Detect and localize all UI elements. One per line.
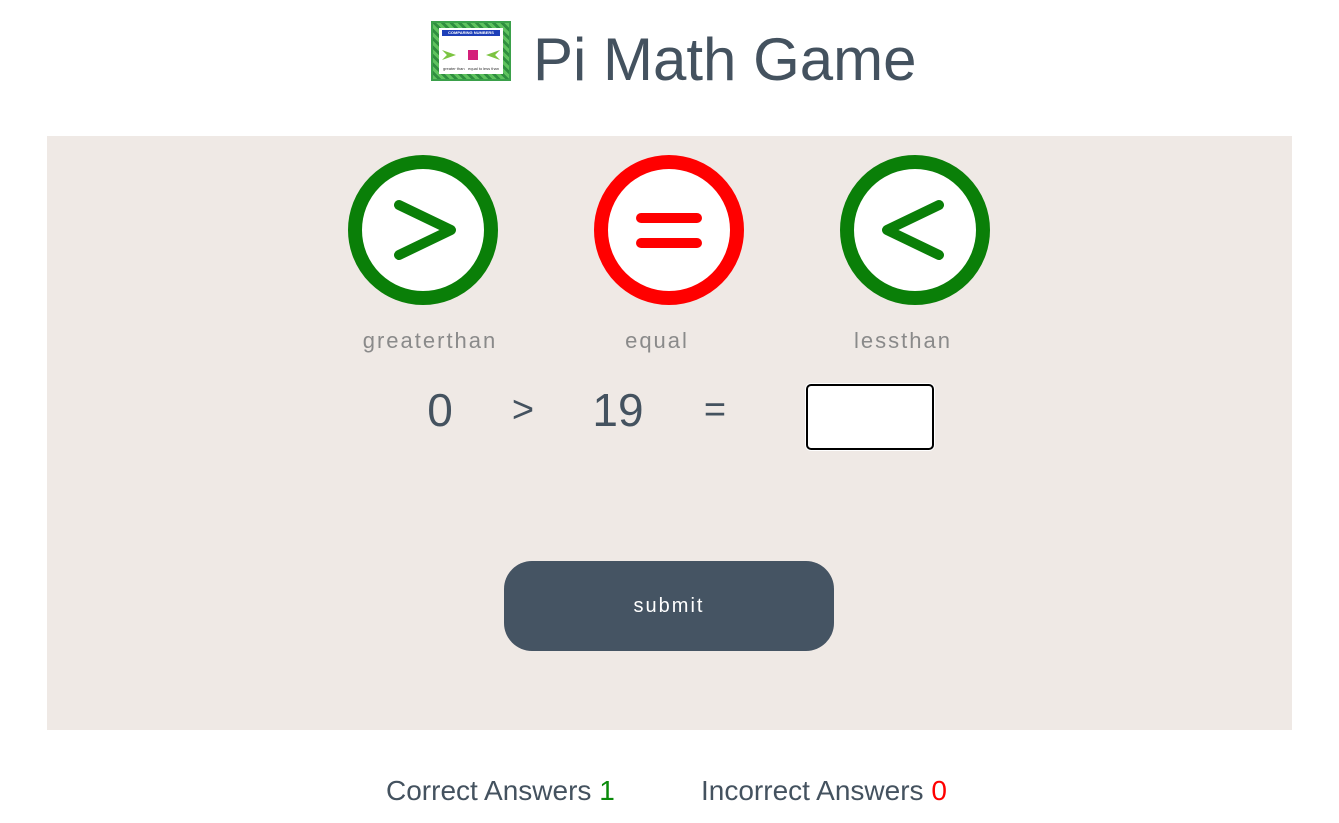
- submit-button[interactable]: submit: [504, 561, 834, 651]
- answer-input[interactable]: [806, 384, 934, 450]
- crocodile-icon: [486, 50, 500, 60]
- less-than-icon: [882, 200, 944, 260]
- incorrect-answers-label: Incorrect Answers: [701, 775, 924, 806]
- page-header: COMPARING NUMBERS greater than equal to …: [0, 0, 1339, 120]
- equal-block-icon: [468, 50, 478, 60]
- correct-answers-counter: Correct Answers 1: [386, 771, 615, 811]
- logo-image: COMPARING NUMBERS greater than equal to …: [439, 28, 503, 74]
- comparing-numbers-logo-icon: COMPARING NUMBERS greater than equal to …: [431, 21, 511, 81]
- incorrect-answers-value: 0: [931, 775, 947, 806]
- correct-answers-label: Correct Answers: [386, 775, 592, 806]
- greater-than-button[interactable]: [348, 155, 498, 305]
- incorrect-answers-counter: Incorrect Answers 0: [701, 771, 947, 811]
- greater-than-label: greaterthan: [362, 328, 498, 353]
- equals-symbol: =: [703, 389, 727, 431]
- greater-than-icon: [394, 200, 456, 260]
- page-title: Pi Math Game: [533, 26, 917, 93]
- operator-symbol: >: [511, 389, 535, 431]
- game-panel: greaterthan equal lessthan 0 > 19 = subm…: [47, 136, 1292, 730]
- logo-banner: COMPARING NUMBERS: [442, 30, 500, 36]
- correct-answers-value: 1: [599, 775, 615, 806]
- equal-button[interactable]: [594, 155, 744, 305]
- equal-label: equal: [625, 328, 689, 353]
- logo-caption: equal to: [468, 66, 483, 71]
- logo-caption: less than: [482, 66, 499, 71]
- less-than-label: lessthan: [854, 328, 952, 353]
- crocodile-icon: [442, 50, 456, 60]
- equal-sign-icon: [636, 213, 702, 248]
- logo-caption: greater than: [443, 66, 465, 71]
- left-operand: 0: [427, 384, 453, 436]
- less-than-button[interactable]: [840, 155, 990, 305]
- right-operand: 19: [592, 384, 644, 436]
